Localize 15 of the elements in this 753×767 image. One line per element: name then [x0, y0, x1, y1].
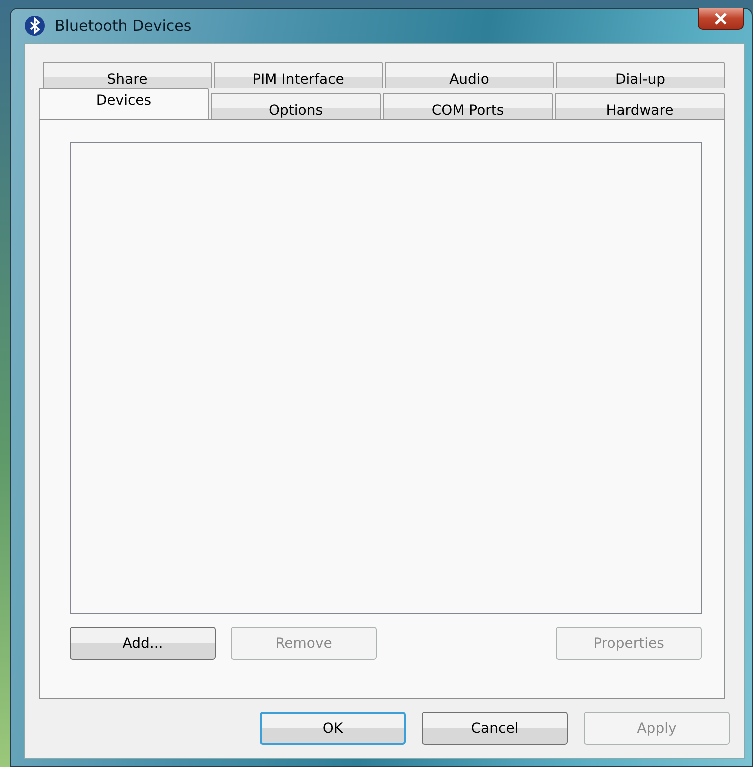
window-title: Bluetooth Devices: [55, 17, 193, 35]
tab[interactable]: Dial-up: [556, 62, 725, 88]
close-icon: [714, 12, 728, 24]
push-button[interactable]: OK: [260, 712, 406, 745]
tab[interactable]: Devices: [39, 88, 209, 119]
tab[interactable]: Options: [211, 93, 381, 119]
tab[interactable]: PIM Interface: [214, 62, 383, 88]
push-button[interactable]: Add...: [70, 627, 216, 660]
push-button[interactable]: Cancel: [422, 712, 568, 745]
tab[interactable]: Share: [43, 62, 212, 88]
tab[interactable]: Hardware: [555, 93, 725, 119]
bluetooth-icon: [25, 16, 45, 36]
tab[interactable]: Audio: [385, 62, 554, 88]
close-button[interactable]: [698, 8, 744, 30]
tab[interactable]: COM Ports: [383, 93, 553, 119]
